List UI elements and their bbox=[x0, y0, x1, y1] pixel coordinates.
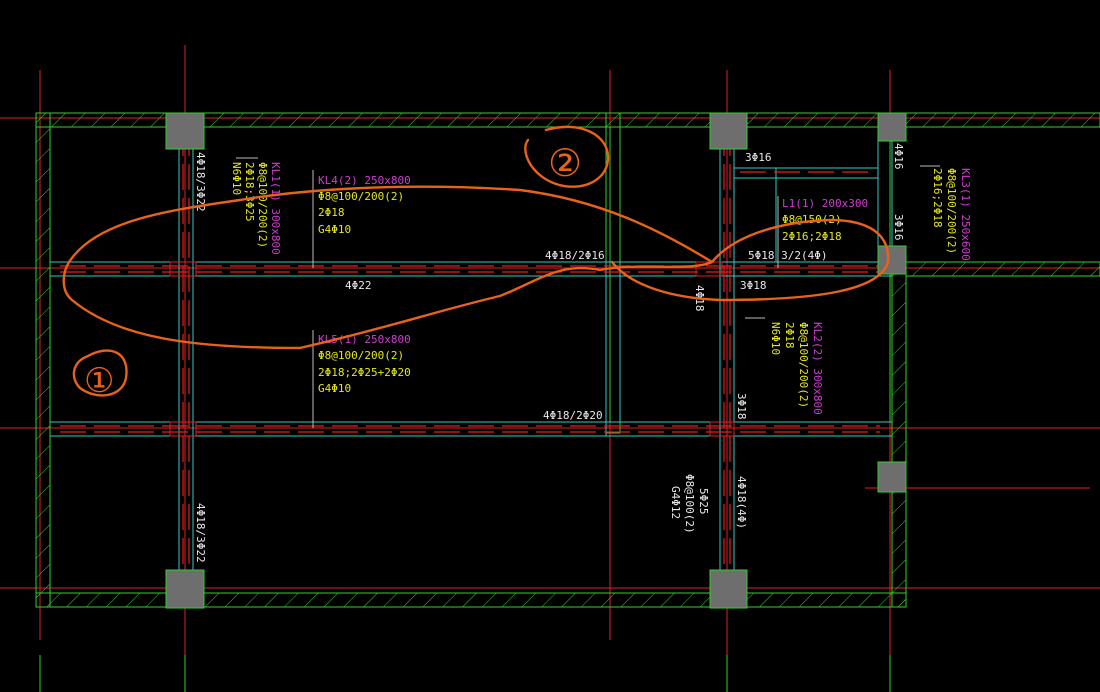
lower-beam-label-group: 5Φ25 Φ8@100(2) G4Φ12 bbox=[669, 474, 710, 534]
rebar-4-18-2-16: 4Φ18/2Φ16 bbox=[545, 249, 605, 262]
rebar-4-22: 4Φ22 bbox=[345, 279, 372, 292]
rebar-kl3-bottom: 3Φ16 bbox=[892, 214, 905, 241]
l1-name: L1(1) 200x300 bbox=[782, 197, 868, 210]
kl1-side: N6Φ10 bbox=[230, 162, 243, 195]
rebar-kl1-top: 4Φ18/3Φ22 bbox=[194, 152, 207, 212]
rebar-kl3-top: 4Φ16 bbox=[892, 143, 905, 170]
kl1-top: 2Φ18;3Φ25 bbox=[243, 162, 256, 222]
beam-outlines bbox=[50, 127, 893, 593]
lower-top: 5Φ25 bbox=[697, 488, 710, 515]
lower-side: G4Φ12 bbox=[669, 486, 682, 519]
kl1-label-group: KL1(1) 300x800 Φ8@100/200(2) 2Φ18;3Φ25 N… bbox=[230, 162, 282, 255]
column-a4 bbox=[165, 569, 205, 609]
kl4-top: 2Φ18 bbox=[318, 206, 345, 219]
cad-drawing: KL4(2) 250x800 Φ8@100/200(2) 2Φ18 G4Φ10 … bbox=[0, 45, 1100, 692]
markup-label-1: ① bbox=[84, 361, 114, 401]
kl5-label-group: KL5(1) 250x800 Φ8@100/200(2) 2Φ18;2Φ25+2… bbox=[318, 333, 411, 395]
column-c1 bbox=[877, 112, 907, 142]
kl3-stirrup: Φ8@100/200(2) bbox=[945, 168, 958, 254]
kl1-stirrup: Φ8@100/200(2) bbox=[256, 162, 269, 248]
kl2-label-group: KL2(2) 300x800 Φ8@100/200(2) 2Φ18 N6Φ10 bbox=[769, 322, 824, 415]
rebar-5-18: 5Φ18 3/2(4Φ) bbox=[748, 249, 827, 262]
kl4-label-group: KL4(2) 250x800 Φ8@100/200(2) 2Φ18 G4Φ10 bbox=[318, 174, 411, 236]
lower-grid-ticks bbox=[39, 655, 891, 692]
rebar-4-18-2-20: 4Φ18/2Φ20 bbox=[543, 409, 603, 422]
kl4-stirrup: Φ8@100/200(2) bbox=[318, 190, 404, 203]
kl5-side: G4Φ10 bbox=[318, 382, 351, 395]
kl2-name: KL2(2) 300x800 bbox=[811, 322, 824, 415]
column-a1 bbox=[165, 112, 205, 150]
kl2-top: 2Φ18 bbox=[783, 322, 796, 349]
kl5-stirrup: Φ8@100/200(2) bbox=[318, 349, 404, 362]
lower-stirrup: Φ8@100(2) bbox=[683, 474, 696, 534]
rebar-kl1-bottom: 4Φ18/3Φ22 bbox=[194, 503, 207, 563]
rebar-lines bbox=[60, 130, 880, 590]
rebar-kl2-lower: 4Φ18(4Φ) bbox=[735, 476, 748, 529]
markup-label-2: ② bbox=[548, 141, 582, 185]
rebar-kl2-3-18: 3Φ18 bbox=[735, 393, 748, 420]
kl3-name: KL3(1) 250x600 bbox=[959, 168, 972, 261]
markup-loop-left bbox=[62, 185, 714, 350]
kl3-top: 2Φ16;2Φ18 bbox=[931, 168, 944, 228]
kl1-name: KL1(1) 300x800 bbox=[269, 162, 282, 255]
kl2-stirrup: Φ8@100/200(2) bbox=[797, 322, 810, 408]
column-d3 bbox=[877, 461, 907, 493]
kl4-name: KL4(2) 250x800 bbox=[318, 174, 411, 187]
kl2-side: N6Φ10 bbox=[769, 322, 782, 355]
kl4-side: G4Φ10 bbox=[318, 223, 351, 236]
kl3-label-group: KL3(1) 250x600 Φ8@100/200(2) 2Φ16;2Φ18 bbox=[931, 168, 972, 261]
l1-top: 2Φ16;2Φ18 bbox=[782, 230, 842, 243]
rebar-3-16: 3Φ16 bbox=[745, 151, 772, 164]
kl5-top: 2Φ18;2Φ25+2Φ20 bbox=[318, 366, 411, 379]
rebar-3-18: 3Φ18 bbox=[740, 279, 767, 292]
column-c2 bbox=[877, 245, 907, 275]
column-b4 bbox=[709, 569, 748, 609]
column-b1 bbox=[709, 112, 748, 150]
